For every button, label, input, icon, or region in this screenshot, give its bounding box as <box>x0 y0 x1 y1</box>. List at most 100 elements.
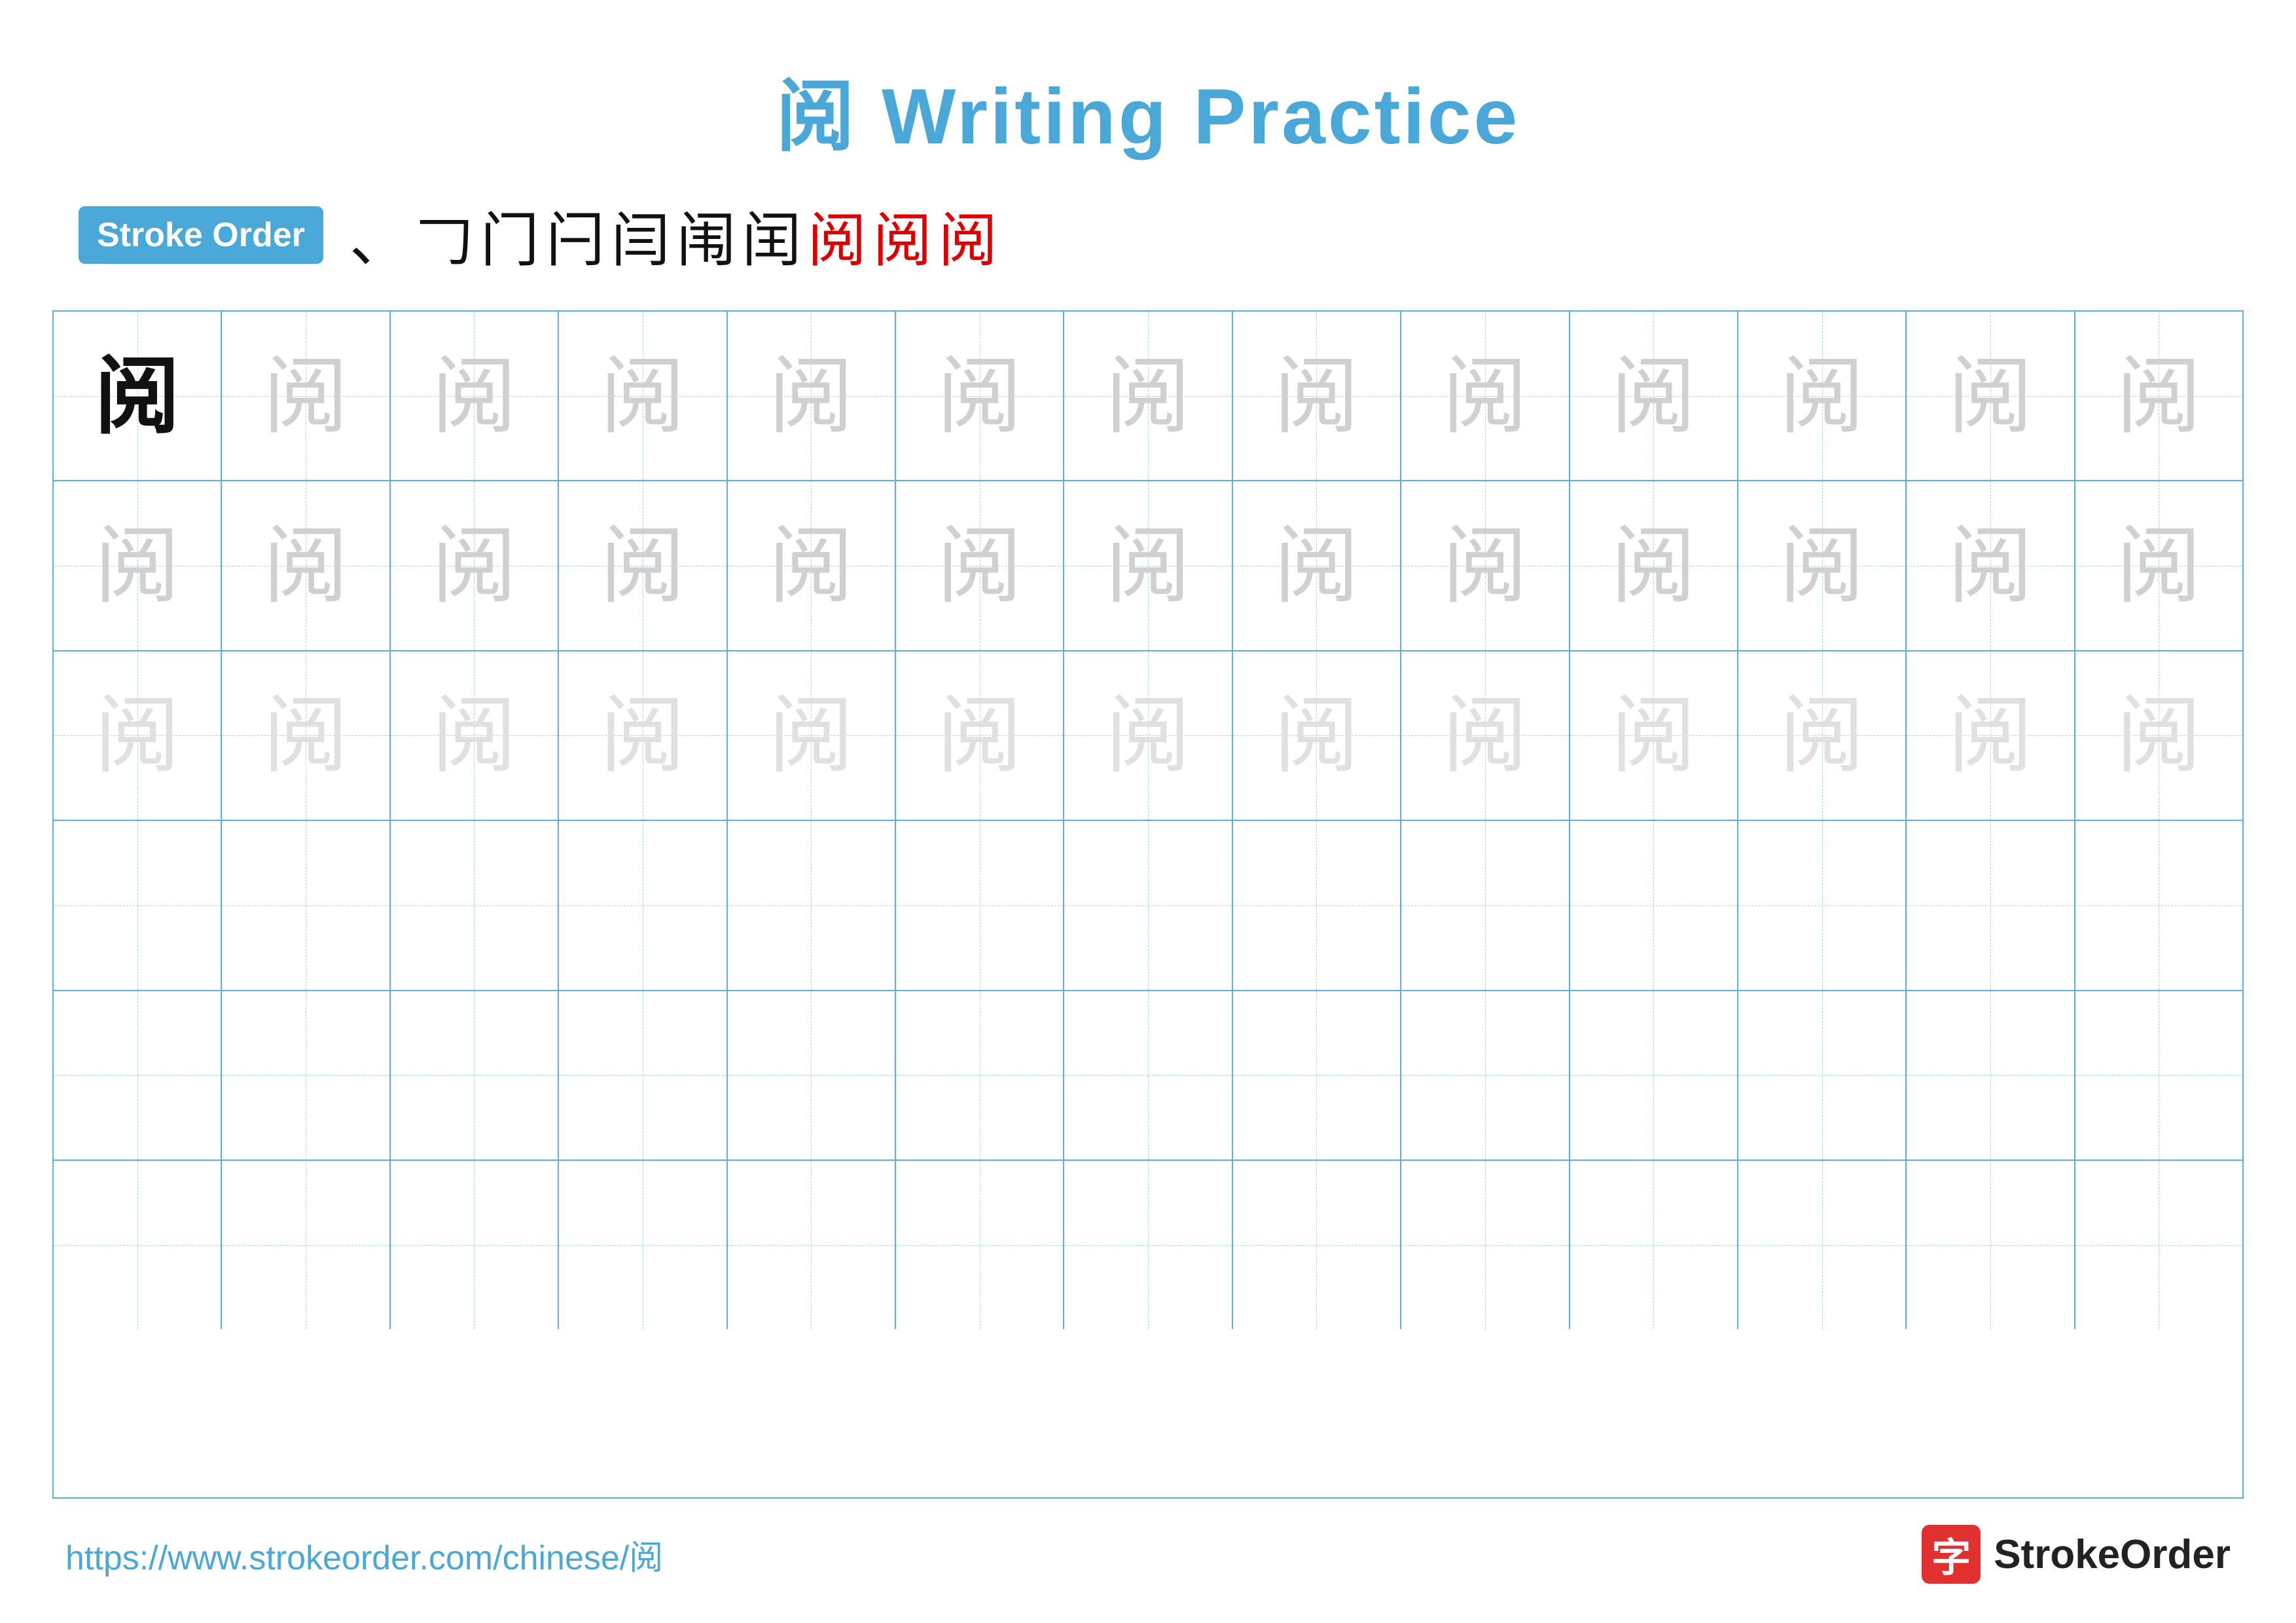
stroke-3: 门 <box>480 192 539 278</box>
grid-cell[interactable]: 阅 <box>1401 481 1570 649</box>
grid-cell[interactable]: 阅 <box>54 481 222 649</box>
practice-char: 阅 <box>768 354 853 439</box>
grid-cell[interactable] <box>1233 1161 1401 1329</box>
grid-cell[interactable] <box>896 821 1064 989</box>
grid-cell[interactable]: 阅 <box>1570 651 1738 820</box>
grid-cell[interactable] <box>896 1161 1064 1329</box>
grid-cell[interactable] <box>1233 991 1401 1159</box>
grid-cell[interactable] <box>1738 991 1907 1159</box>
grid-cell[interactable]: 阅 <box>54 312 222 480</box>
grid-row: 阅阅阅阅阅阅阅阅阅阅阅阅阅 <box>54 651 2242 821</box>
grid-cell[interactable]: 阅 <box>559 651 727 820</box>
grid-cell[interactable]: 阅 <box>391 481 559 649</box>
practice-char: 阅 <box>600 693 685 778</box>
grid-cell[interactable] <box>1570 991 1738 1159</box>
grid-cell[interactable]: 阅 <box>896 312 1064 480</box>
grid-cell[interactable]: 阅 <box>1233 312 1401 480</box>
grid-cell[interactable]: 阅 <box>1401 312 1570 480</box>
practice-grid-wrapper: 阅阅阅阅阅阅阅阅阅阅阅阅阅阅阅阅阅阅阅阅阅阅阅阅阅阅阅阅阅阅阅阅阅阅阅阅阅阅阅 <box>52 310 2244 1499</box>
grid-cell[interactable] <box>222 991 390 1159</box>
grid-cell[interactable] <box>54 821 222 989</box>
grid-cell[interactable]: 阅 <box>559 312 727 480</box>
grid-cell[interactable]: 阅 <box>1233 651 1401 820</box>
grid-cell[interactable]: 阅 <box>896 651 1064 820</box>
grid-cell[interactable] <box>1738 821 1907 989</box>
practice-char: 阅 <box>1780 693 1865 778</box>
grid-cell[interactable] <box>1907 1161 2075 1329</box>
practice-grid: 阅阅阅阅阅阅阅阅阅阅阅阅阅阅阅阅阅阅阅阅阅阅阅阅阅阅阅阅阅阅阅阅阅阅阅阅阅阅阅 <box>52 310 2244 1499</box>
practice-char: 阅 <box>1780 523 1865 608</box>
grid-cell[interactable] <box>1401 821 1570 989</box>
grid-cell[interactable] <box>391 821 559 989</box>
grid-cell[interactable] <box>559 821 727 989</box>
grid-cell[interactable]: 阅 <box>222 312 390 480</box>
grid-cell[interactable] <box>391 1161 559 1329</box>
grid-cell[interactable]: 阅 <box>728 651 896 820</box>
grid-cell[interactable]: 阅 <box>54 651 222 820</box>
grid-cell[interactable]: 阅 <box>391 312 559 480</box>
grid-cell[interactable] <box>1907 821 2075 989</box>
grid-cell[interactable]: 阅 <box>559 481 727 649</box>
grid-cell[interactable] <box>1570 1161 1738 1329</box>
grid-cell[interactable] <box>1064 1161 1232 1329</box>
grid-cell[interactable]: 阅 <box>2075 481 2242 649</box>
practice-char: 阅 <box>263 354 348 439</box>
grid-cell[interactable]: 阅 <box>1064 481 1232 649</box>
grid-cell[interactable] <box>728 1161 896 1329</box>
grid-cell[interactable] <box>896 991 1064 1159</box>
grid-cell[interactable] <box>1401 1161 1570 1329</box>
grid-cell[interactable]: 阅 <box>222 651 390 820</box>
footer-logo: 字 StrokeOrder <box>1922 1525 2231 1584</box>
grid-cell[interactable]: 阅 <box>1738 481 1907 649</box>
grid-cell[interactable] <box>54 991 222 1159</box>
grid-cell[interactable]: 阅 <box>1570 312 1738 480</box>
grid-cell[interactable] <box>1570 821 1738 989</box>
grid-cell[interactable] <box>728 991 896 1159</box>
grid-cell[interactable] <box>1738 1161 1907 1329</box>
grid-cell[interactable]: 阅 <box>1233 481 1401 649</box>
title-text: Writing Practice <box>857 73 1520 160</box>
grid-cell[interactable]: 阅 <box>896 481 1064 649</box>
grid-cell[interactable] <box>1401 991 1570 1159</box>
grid-cell[interactable] <box>2075 1161 2242 1329</box>
grid-cell[interactable]: 阅 <box>2075 651 2242 820</box>
grid-cell[interactable]: 阅 <box>1570 481 1738 649</box>
grid-cell[interactable] <box>2075 991 2242 1159</box>
grid-cell[interactable]: 阅 <box>1064 651 1232 820</box>
grid-cell[interactable]: 阅 <box>728 312 896 480</box>
grid-cell[interactable] <box>1233 821 1401 989</box>
grid-cell[interactable]: 阅 <box>1907 481 2075 649</box>
grid-cell[interactable] <box>222 1161 390 1329</box>
practice-char: 阅 <box>2116 523 2201 608</box>
grid-cell[interactable]: 阅 <box>391 651 559 820</box>
footer-logo-icon: 字 <box>1922 1525 1981 1584</box>
grid-cell[interactable] <box>2075 821 2242 989</box>
grid-cell[interactable] <box>559 991 727 1159</box>
practice-char: 阅 <box>95 693 180 778</box>
stroke-5: 闫 <box>611 192 670 278</box>
practice-char: 阅 <box>1105 354 1191 439</box>
grid-cell[interactable] <box>391 991 559 1159</box>
grid-cell[interactable] <box>54 1161 222 1329</box>
practice-char: 阅 <box>431 693 516 778</box>
grid-cell[interactable]: 阅 <box>1064 312 1232 480</box>
grid-cell[interactable]: 阅 <box>2075 312 2242 480</box>
stroke-1: 、 <box>350 192 408 278</box>
grid-cell[interactable] <box>222 821 390 989</box>
grid-cell[interactable] <box>559 1161 727 1329</box>
grid-cell[interactable] <box>1907 991 2075 1159</box>
practice-char: 阅 <box>937 693 1022 778</box>
grid-cell[interactable]: 阅 <box>1738 651 1907 820</box>
grid-cell[interactable]: 阅 <box>728 481 896 649</box>
grid-cell[interactable]: 阅 <box>222 481 390 649</box>
grid-cell[interactable]: 阅 <box>1738 312 1907 480</box>
grid-cell[interactable]: 阅 <box>1401 651 1570 820</box>
stroke-sequence: 、 𠃌 门 闩 闫 闱 闰 阅 阅 阅 <box>350 192 997 278</box>
grid-cell[interactable]: 阅 <box>1907 651 2075 820</box>
page-title: 阅 Writing Practice <box>776 52 1520 166</box>
grid-cell[interactable]: 阅 <box>1907 312 2075 480</box>
grid-row: 阅阅阅阅阅阅阅阅阅阅阅阅阅 <box>54 481 2242 651</box>
grid-cell[interactable] <box>728 821 896 989</box>
grid-cell[interactable] <box>1064 991 1232 1159</box>
grid-cell[interactable] <box>1064 821 1232 989</box>
